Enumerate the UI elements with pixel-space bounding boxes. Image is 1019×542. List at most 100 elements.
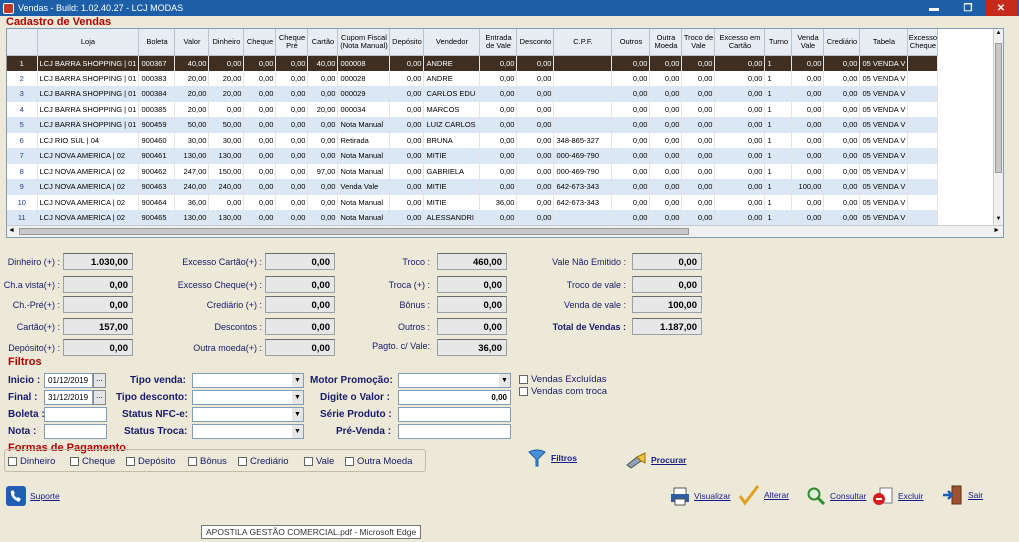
table-cell[interactable]: 0,00 <box>516 148 555 164</box>
table-cell[interactable]: 0,00 <box>791 132 825 148</box>
table-cell[interactable]: 0,00 <box>823 101 861 117</box>
sales-grid[interactable]: Loja Boleta Valor Dinheiro Cheque Cheque Pré C… <box>6 28 1004 238</box>
table-cell[interactable]: 0,00 <box>389 132 425 148</box>
column-header[interactable]: Boleta <box>138 29 176 56</box>
table-cell[interactable]: 0,00 <box>791 148 825 164</box>
hscroll-thumb[interactable] <box>19 228 689 235</box>
table-cell[interactable]: 0,00 <box>714 194 766 210</box>
chevron-down-icon[interactable]: ▼ <box>499 374 510 387</box>
table-cell[interactable]: 0,00 <box>611 194 651 210</box>
table-cell[interactable] <box>553 101 613 117</box>
scroll-thumb[interactable] <box>995 43 1002 173</box>
table-cell[interactable]: LCJ NOVA AMERICA | 02 <box>37 148 140 164</box>
table-cell[interactable]: 900465 <box>138 210 176 226</box>
table-cell[interactable]: LCJ BARRA SHOPPING | 01 <box>37 86 140 102</box>
column-header[interactable]: Tabela <box>859 29 909 56</box>
table-cell[interactable]: 000008 <box>337 55 391 71</box>
table-cell[interactable]: CARLOS EDU <box>423 86 481 102</box>
table-cell[interactable]: 0,00 <box>611 163 651 179</box>
table-row[interactable]: 9 LCJ NOVA AMERICA | 02 900463 240,00 240,00… <box>7 179 939 195</box>
table-cell[interactable]: LUIZ CARLOS <box>423 117 481 133</box>
table-cell[interactable]: LCJ NOVA AMERICA | 02 <box>37 179 140 195</box>
table-cell[interactable]: 0,00 <box>307 194 339 210</box>
table-cell[interactable]: 0,00 <box>611 70 651 86</box>
chevron-down-icon[interactable]: ▼ <box>292 391 303 404</box>
table-cell[interactable]: 05 VENDA V <box>859 210 909 226</box>
payment-type-checkbox[interactable]: Crediário <box>238 456 289 467</box>
table-cell[interactable]: 0,00 <box>275 148 309 164</box>
table-cell[interactable]: ANDRE <box>423 70 481 86</box>
table-cell[interactable]: 0,00 <box>611 179 651 195</box>
table-cell[interactable]: 0,00 <box>649 179 683 195</box>
checkbox-box[interactable] <box>8 457 17 466</box>
row-number[interactable]: 6 <box>7 132 38 148</box>
table-cell[interactable]: 0,00 <box>479 132 518 148</box>
table-cell[interactable]: GABRIELA <box>423 163 481 179</box>
table-cell[interactable]: 0,00 <box>243 86 277 102</box>
serie-produto-input[interactable] <box>398 407 511 422</box>
column-header[interactable]: Cheque Pré <box>275 29 309 56</box>
table-cell[interactable] <box>907 70 939 86</box>
table-cell[interactable]: 0,00 <box>649 70 683 86</box>
table-cell[interactable]: 0,00 <box>649 194 683 210</box>
table-cell[interactable] <box>907 55 939 71</box>
table-cell[interactable]: 0,00 <box>516 101 555 117</box>
row-number[interactable]: 4 <box>7 101 38 117</box>
table-cell[interactable]: 0,00 <box>479 210 518 226</box>
table-cell[interactable]: LCJ RIO SUL | 04 <box>37 132 140 148</box>
table-cell[interactable]: 0,00 <box>714 163 766 179</box>
table-cell[interactable] <box>907 179 939 195</box>
table-cell[interactable]: 0,00 <box>243 210 277 226</box>
table-row[interactable]: 6 LCJ RIO SUL | 04 900460 30,00 30,00 0,00 0,0… <box>7 132 939 148</box>
table-cell[interactable]: 0,00 <box>611 101 651 117</box>
table-cell[interactable]: 130,00 <box>208 210 245 226</box>
payment-type-checkbox[interactable]: Outra Moeda <box>345 456 412 467</box>
chevron-down-icon[interactable]: ▼ <box>292 408 303 421</box>
table-row[interactable]: 2 LCJ BARRA SHOPPING | 01 000383 20,00 20,00… <box>7 70 939 86</box>
table-cell[interactable] <box>553 55 613 71</box>
table-cell[interactable]: 0,00 <box>275 86 309 102</box>
table-cell[interactable]: 0,00 <box>791 70 825 86</box>
inicio-date-button[interactable]: ... <box>93 373 106 388</box>
inicio-date-input[interactable]: 01/12/2019 <box>44 373 93 388</box>
table-cell[interactable]: 0,00 <box>791 55 825 71</box>
table-cell[interactable]: 20,00 <box>174 101 210 117</box>
table-cell[interactable]: 0,00 <box>823 55 861 71</box>
table-cell[interactable]: 1 <box>764 55 793 71</box>
table-cell[interactable]: 0,00 <box>243 70 277 86</box>
table-cell[interactable]: 0,00 <box>823 163 861 179</box>
table-row[interactable]: 11 LCJ NOVA AMERICA | 02 900465 130,00 130,0… <box>7 210 939 226</box>
filtros-button[interactable]: Filtros <box>527 448 577 468</box>
table-cell[interactable]: 0,00 <box>791 117 825 133</box>
visualizar-button[interactable]: Visualizar <box>670 486 731 506</box>
table-cell[interactable]: 900460 <box>138 132 176 148</box>
payment-type-checkbox[interactable]: Vale <box>304 456 334 467</box>
table-cell[interactable]: 40,00 <box>174 55 210 71</box>
table-cell[interactable]: 0,00 <box>611 55 651 71</box>
table-cell[interactable]: 0,00 <box>823 117 861 133</box>
table-cell[interactable]: 0,00 <box>208 101 245 117</box>
table-cell[interactable]: 0,00 <box>649 210 683 226</box>
vendas-excluidas-checkbox[interactable]: Vendas Excluídas <box>519 374 607 385</box>
table-cell[interactable]: 0,00 <box>611 132 651 148</box>
table-cell[interactable]: 0,00 <box>649 117 683 133</box>
column-header[interactable] <box>7 29 38 56</box>
table-cell[interactable]: 0,00 <box>823 86 861 102</box>
column-header[interactable]: Outra Moeda <box>649 29 683 56</box>
table-cell[interactable]: 1 <box>764 210 793 226</box>
table-cell[interactable]: 0,00 <box>479 117 518 133</box>
table-cell[interactable]: ANDRE <box>423 55 481 71</box>
table-cell[interactable]: 20,00 <box>208 70 245 86</box>
table-cell[interactable]: 0,00 <box>714 132 766 148</box>
column-header[interactable]: C.P.F. <box>553 29 613 56</box>
payment-type-checkbox[interactable]: Bônus <box>188 456 227 467</box>
tipo-venda-select[interactable]: ▼ <box>192 373 304 388</box>
table-row[interactable]: 1 LCJ BARRA SHOPPING | 01 000367 40,00 0,00 0… <box>7 55 939 71</box>
table-cell[interactable]: 0,00 <box>275 101 309 117</box>
table-cell[interactable]: Nota Manual <box>337 148 391 164</box>
table-cell[interactable]: 0,00 <box>275 132 309 148</box>
table-cell[interactable]: 0,00 <box>714 117 766 133</box>
table-cell[interactable]: 100,00 <box>791 179 825 195</box>
table-cell[interactable]: 0,00 <box>479 70 518 86</box>
table-cell[interactable]: MITIE <box>423 179 481 195</box>
